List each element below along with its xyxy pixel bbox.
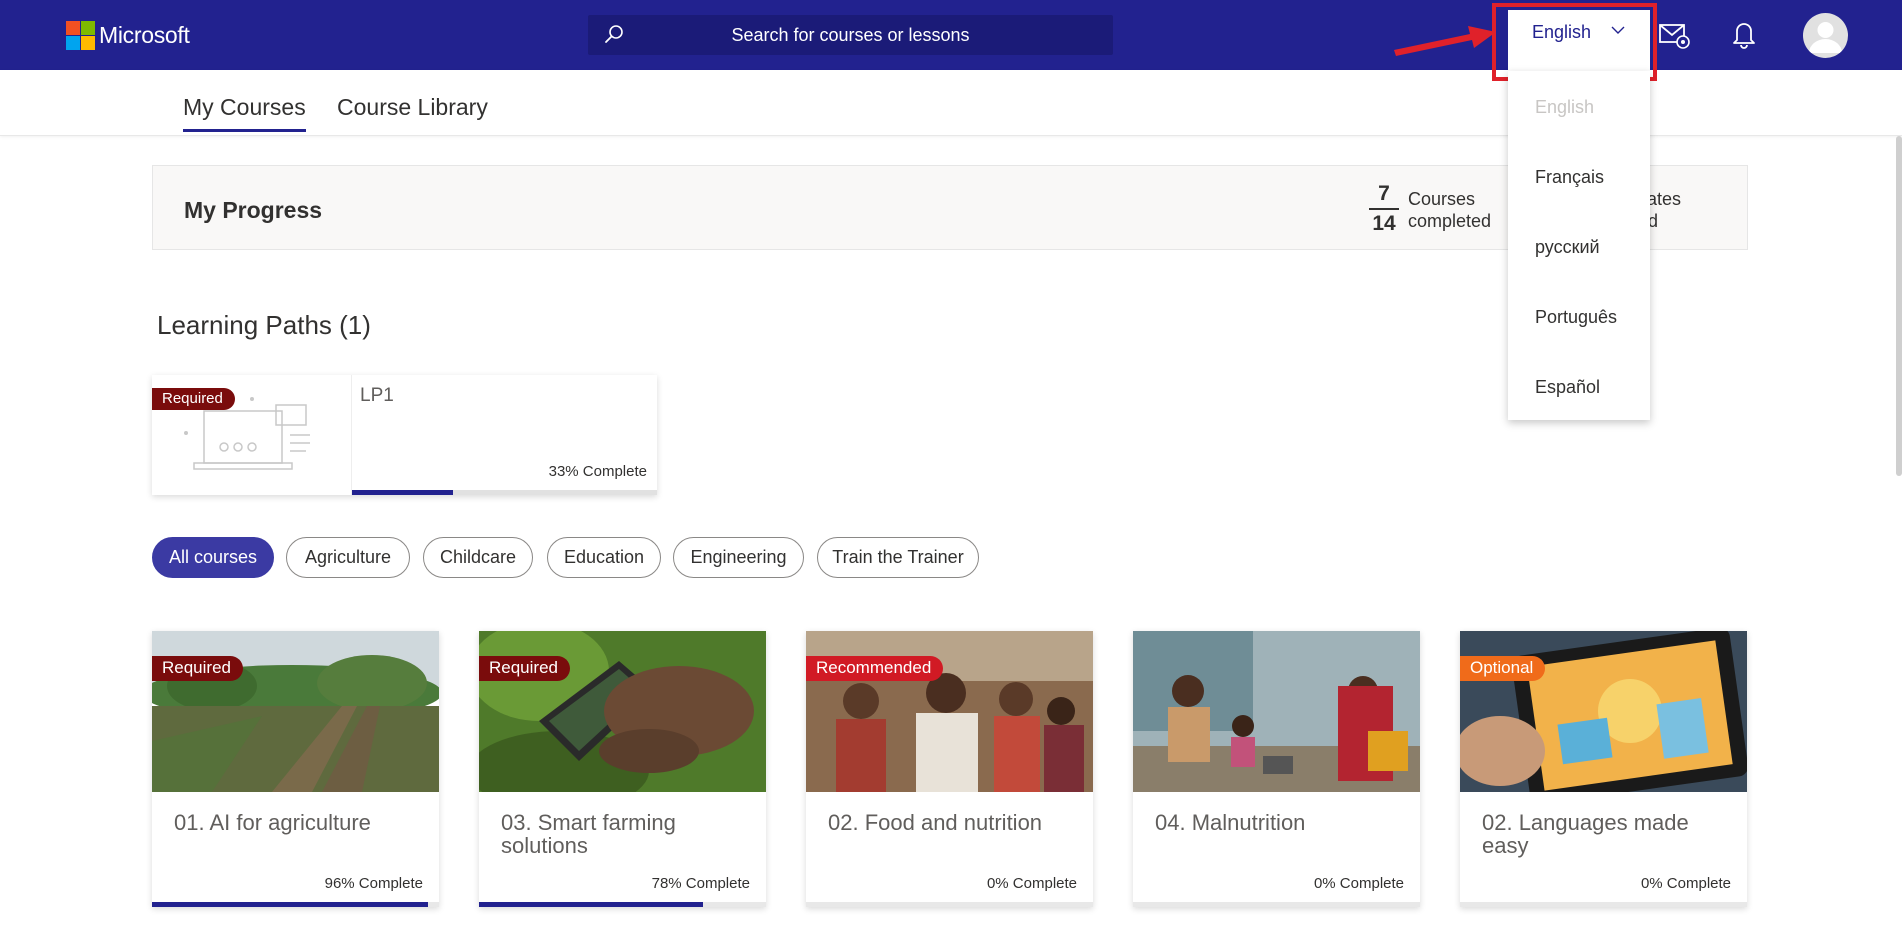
- courses-completed-count: 7: [1369, 182, 1399, 210]
- course-card-smart-farming[interactable]: Required 03. Smart farming solutions 78%…: [479, 631, 766, 907]
- language-option-english: English: [1535, 97, 1595, 117]
- course-complete-text: 0% Complete: [1313, 875, 1404, 892]
- course-progress-bar: [479, 902, 766, 907]
- learning-path-title: LP1: [360, 385, 394, 406]
- courses-completed-label: Courses completed: [1408, 189, 1492, 231]
- course-card-ai-agriculture[interactable]: Required 01. AI for agriculture 96% Comp…: [152, 631, 439, 907]
- filter-agriculture[interactable]: Agriculture: [286, 537, 410, 578]
- course-image-phone-in-field: Required: [479, 631, 766, 792]
- brand-name: Microsoft: [99, 21, 190, 48]
- course-card-languages[interactable]: Optional 02. Languages made easy 0% Comp…: [1460, 631, 1747, 907]
- required-badge: Required: [152, 656, 243, 681]
- search-input[interactable]: Search for courses or lessons: [588, 25, 1113, 46]
- learning-path-progress-bar: [352, 490, 657, 495]
- filter-education[interactable]: Education: [547, 537, 661, 578]
- optional-badge: Optional: [1460, 656, 1546, 681]
- required-badge: Required: [479, 656, 570, 681]
- required-badge: Required: [152, 388, 235, 410]
- language-option-portuguese[interactable]: Português: [1535, 307, 1617, 328]
- learning-path-thumbnail: Required: [152, 375, 352, 495]
- course-progress-fill: [152, 902, 428, 907]
- course-card-food-nutrition[interactable]: Recommended 02. Food and nutrition 0% Co…: [806, 631, 1093, 907]
- page-scrollbar[interactable]: [1896, 136, 1902, 476]
- course-progress-bar: [1133, 902, 1420, 907]
- language-option-spanish[interactable]: Español: [1535, 377, 1600, 398]
- filter-childcare[interactable]: Childcare: [423, 537, 533, 578]
- microsoft-logo-icon: [66, 20, 95, 50]
- course-title: 03. Smart farming solutions: [501, 810, 676, 858]
- course-progress-bar: [1460, 902, 1747, 907]
- course-image-tablet-app: Optional: [1460, 631, 1747, 792]
- mail-settings-icon[interactable]: [1658, 20, 1690, 50]
- learning-path-card[interactable]: Required LP1 33% Complete: [152, 375, 657, 495]
- course-title: 04. Malnutrition: [1155, 810, 1306, 835]
- bell-icon[interactable]: [1729, 18, 1759, 50]
- course-complete-text: 0% Complete: [986, 875, 1077, 892]
- course-complete-text: 96% Complete: [324, 875, 423, 892]
- course-progress-bar: [806, 902, 1093, 907]
- language-dropdown-menu: English Français русский Português Españ…: [1508, 71, 1650, 420]
- filter-all-courses[interactable]: All courses: [152, 537, 274, 578]
- course-complete-text: 78% Complete: [651, 875, 750, 892]
- course-title: 01. AI for agriculture: [174, 810, 371, 835]
- course-card-malnutrition[interactable]: 04. Malnutrition 0% Complete: [1133, 631, 1420, 907]
- course-title: 02. Languages made easy: [1482, 810, 1689, 858]
- learning-paths-title: Learning Paths (1): [157, 310, 371, 340]
- tab-my-courses[interactable]: My Courses: [183, 94, 306, 132]
- course-title: 02. Food and nutrition: [828, 810, 1043, 835]
- language-option-french[interactable]: Français: [1535, 167, 1604, 188]
- course-progress-bar: [152, 902, 439, 907]
- my-progress-title: My Progress: [184, 197, 323, 223]
- filter-engineering[interactable]: Engineering: [673, 537, 804, 578]
- course-image-group-of-people: Recommended: [806, 631, 1093, 792]
- course-complete-text: 0% Complete: [1640, 875, 1731, 892]
- language-option-russian[interactable]: русский: [1535, 237, 1600, 258]
- learning-path-complete-text: 33% Complete: [548, 463, 647, 480]
- courses-total-count: 14: [1372, 212, 1396, 235]
- microsoft-logo[interactable]: Microsoft: [66, 20, 190, 50]
- search-bar[interactable]: Search for courses or lessons: [588, 15, 1113, 55]
- learning-path-progress-fill: [352, 490, 453, 495]
- recommended-badge: Recommended: [806, 656, 944, 681]
- course-image-family-cooking: [1133, 631, 1420, 792]
- courses-fraction: 7 14: [1369, 182, 1399, 236]
- course-progress-fill: [479, 902, 703, 907]
- filter-train-the-trainer[interactable]: Train the Trainer: [817, 537, 979, 578]
- user-avatar-icon[interactable]: [1803, 13, 1848, 58]
- course-image-farm-field: Required: [152, 631, 439, 792]
- tab-course-library[interactable]: Course Library: [337, 94, 488, 121]
- red-arrow-annotation: [1394, 26, 1496, 56]
